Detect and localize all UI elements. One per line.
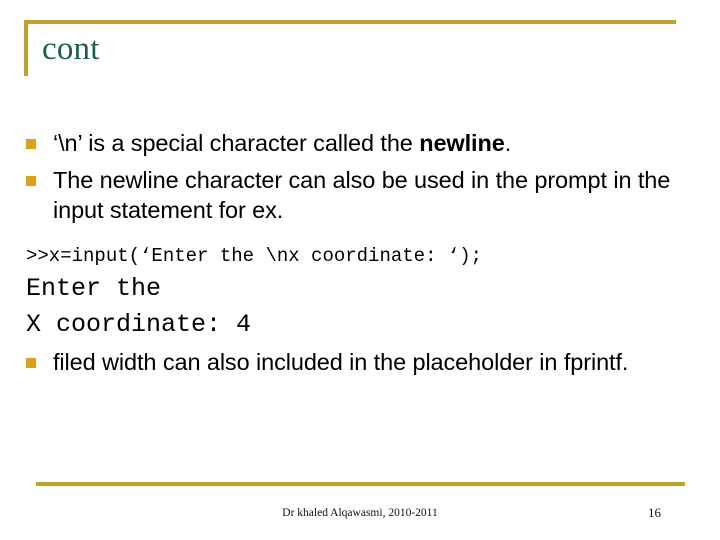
bullet-item-text: filed width can also included in the pla…: [53, 349, 629, 375]
bullet-text-segment-tail: .: [504, 130, 512, 156]
code-command-line: >>x=input(‘Enter the \nx coordinate: ‘);: [26, 245, 483, 267]
title-frame-top-rule: [24, 20, 676, 24]
bullet-item-text: The newline character can also be used i…: [53, 167, 671, 223]
code-output-line-2: X coordinate: 4: [26, 310, 252, 339]
bullet-text-segment-bold: newline: [419, 130, 505, 156]
list-item: The newline character can also be used i…: [26, 165, 692, 225]
title-frame-left-rule: [24, 20, 28, 76]
square-bullet-icon: [26, 358, 36, 368]
square-bullet-icon: [26, 176, 36, 186]
square-bullet-icon: [26, 139, 36, 149]
list-item: filed width can also included in the pla…: [26, 347, 692, 377]
footer-credit-text: Dr khaled Alqawasmi, 2010-2011: [282, 507, 438, 519]
presentation-slide: cont ‘\n’ is a special character called …: [0, 0, 720, 540]
bullet-item-text: ‘\n’ is a special character called the n…: [53, 128, 692, 158]
slide-page-number: 16: [648, 505, 661, 520]
code-output-line-1: Enter the: [26, 274, 162, 303]
code-console-block: >>x=input(‘Enter the \nx coordinate: ‘);…: [26, 241, 692, 343]
page-title: cont: [42, 31, 100, 67]
footer-divider: [36, 482, 685, 486]
list-item: ‘\n’ is a special character called the n…: [26, 128, 692, 158]
slide-body: ‘\n’ is a special character called the n…: [26, 128, 692, 377]
bullet-text-segment-plain: ‘\n’ is a special character called the: [53, 130, 420, 156]
